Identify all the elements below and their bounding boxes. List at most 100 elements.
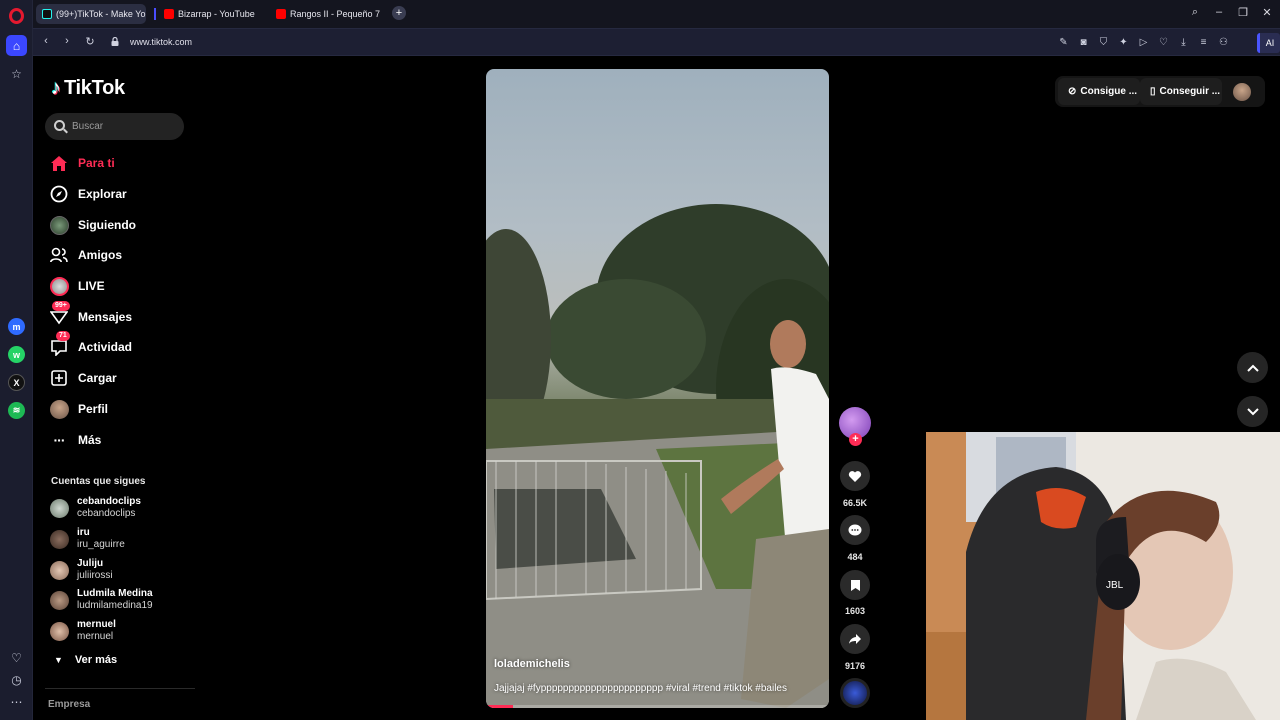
chevron-down-icon bbox=[1246, 407, 1259, 415]
tab-tiktok[interactable]: (99+)TikTok - Make Your bbox=[36, 4, 146, 24]
next-video-button[interactable] bbox=[1237, 396, 1268, 427]
messages-icon: 99+ bbox=[49, 301, 70, 327]
history-icon[interactable]: ◷ bbox=[6, 669, 27, 690]
see-more-label: Ver más bbox=[74, 654, 118, 666]
shield-icon[interactable]: ⛉ bbox=[1097, 36, 1110, 49]
video-progress-bar[interactable] bbox=[486, 705, 829, 708]
x-twitter-icon[interactable]: X bbox=[8, 374, 25, 391]
comment-button[interactable] bbox=[840, 515, 870, 545]
video-username[interactable]: lolademichelis bbox=[494, 658, 570, 670]
chevron-down-icon: ▼ bbox=[54, 655, 63, 665]
music-disc[interactable] bbox=[840, 678, 870, 708]
tiktok-note-icon: ♪ bbox=[51, 77, 61, 99]
user-avatar[interactable] bbox=[1233, 83, 1251, 101]
divider bbox=[45, 688, 195, 689]
nav-actividad[interactable]: 71 Actividad bbox=[49, 331, 132, 359]
avatar bbox=[50, 560, 69, 580]
avatar bbox=[50, 621, 69, 641]
chevron-up-icon bbox=[1246, 364, 1259, 372]
bookmark-icon bbox=[850, 579, 860, 591]
nav-mas[interactable]: ··· Más bbox=[49, 428, 102, 452]
upload-icon bbox=[49, 368, 69, 388]
spotify-icon[interactable]: ≋ bbox=[8, 402, 25, 419]
nav-perfil[interactable]: Perfil bbox=[49, 397, 108, 421]
search-input[interactable] bbox=[72, 113, 177, 140]
lock-icon bbox=[111, 37, 119, 46]
nav-para-ti[interactable]: Para ti bbox=[49, 151, 115, 175]
video-player[interactable]: lolademichelis Jajjajaj #fyppppppppppppp… bbox=[486, 69, 829, 708]
following-account[interactable]: iru iru_aguirre bbox=[50, 526, 125, 552]
play-icon[interactable]: ▷ bbox=[1137, 36, 1150, 49]
nav-live[interactable]: LIVE bbox=[49, 274, 105, 298]
nav-siguiendo[interactable]: Siguiendo bbox=[49, 213, 136, 237]
heart-icon[interactable]: ♡ bbox=[1157, 36, 1170, 49]
save-count: 1603 bbox=[844, 606, 866, 616]
phone-icon: ▯ bbox=[1150, 86, 1156, 97]
home-icon[interactable]: ⌂ bbox=[6, 35, 27, 56]
following-avatar bbox=[49, 215, 69, 235]
comment-icon bbox=[848, 524, 862, 535]
more-icon: ··· bbox=[53, 432, 66, 448]
tiktok-logo[interactable]: ♪ TikTok bbox=[51, 77, 125, 100]
share-button[interactable] bbox=[840, 624, 870, 654]
new-tab-button[interactable]: + bbox=[392, 6, 406, 20]
extension-icon[interactable]: ✦ bbox=[1117, 36, 1130, 49]
account-handle: cebandoclips bbox=[77, 508, 136, 519]
star-icon[interactable]: ☆ bbox=[6, 63, 27, 84]
reload-icon[interactable]: ↻ bbox=[83, 35, 97, 48]
account-icon[interactable]: ⚇ bbox=[1217, 36, 1230, 49]
tab-label: Bizarrap - YouTube bbox=[178, 9, 255, 19]
tab-rangos[interactable]: Rangos II - Pequeño 77 ft. C bbox=[270, 4, 380, 24]
see-more-button[interactable]: ▼ Ver más bbox=[54, 654, 117, 666]
following-account[interactable]: Juliju juliirossi bbox=[50, 557, 113, 583]
footer-empresa-link[interactable]: Empresa bbox=[48, 699, 90, 710]
messenger-icon[interactable]: m bbox=[8, 318, 25, 335]
youtube-favicon-icon bbox=[276, 9, 286, 19]
url-text[interactable]: www.tiktok.com bbox=[130, 37, 192, 47]
follow-plus-button[interactable]: + bbox=[849, 433, 862, 446]
search-box[interactable] bbox=[45, 113, 184, 140]
video-caption[interactable]: Jajjajaj #fypppppppppppppppppppppp #vira… bbox=[494, 683, 787, 694]
following-account[interactable]: Ludmila Medina ludmilamedina19 bbox=[50, 587, 153, 613]
avatar bbox=[50, 590, 69, 610]
video-progress-fill bbox=[486, 705, 514, 708]
nav-mensajes[interactable]: 99+ Mensajes bbox=[49, 301, 132, 329]
heart-icon[interactable]: ♡ bbox=[6, 647, 27, 668]
tab-bizarrap[interactable]: Bizarrap - YouTube bbox=[158, 4, 268, 24]
forward-icon[interactable]: › bbox=[60, 35, 74, 47]
nav-amigos[interactable]: Amigos bbox=[49, 243, 122, 267]
download-icon[interactable]: ⤓ bbox=[1177, 36, 1190, 49]
maximize-icon[interactable]: ❐ bbox=[1236, 6, 1250, 19]
whatsapp-icon[interactable]: w bbox=[8, 346, 25, 363]
ai-button[interactable]: AI bbox=[1257, 33, 1280, 53]
opera-logo-icon[interactable] bbox=[9, 8, 24, 24]
nav-explorar[interactable]: Explorar bbox=[49, 182, 127, 206]
account-name: Ludmila Medina bbox=[77, 588, 153, 599]
tab-label: Rangos II - Pequeño 77 ft. C bbox=[290, 9, 380, 19]
get-coins-button[interactable]: ▯ Conseguir ... bbox=[1140, 78, 1222, 105]
account-handle: juliirossi bbox=[77, 570, 113, 581]
account-name: iru bbox=[77, 527, 90, 538]
menu-icon[interactable]: ≡ bbox=[1197, 36, 1210, 49]
share-arrow-icon bbox=[849, 634, 861, 644]
nav-label: Amigos bbox=[78, 248, 123, 262]
close-window-icon[interactable]: ✕ bbox=[1260, 6, 1274, 19]
following-account[interactable]: cebandoclips cebandoclips bbox=[50, 495, 141, 521]
edit-icon[interactable]: ✎ bbox=[1057, 36, 1070, 49]
save-button[interactable] bbox=[840, 570, 870, 600]
nav-label: Para ti bbox=[78, 156, 115, 170]
back-icon[interactable]: ‹ bbox=[39, 35, 53, 47]
minimize-icon[interactable]: – bbox=[1212, 6, 1226, 18]
get-app-button[interactable]: ⊘ Consigue ... bbox=[1058, 78, 1140, 105]
nav-label: Perfil bbox=[78, 402, 109, 416]
camera-icon[interactable]: ◙ bbox=[1077, 36, 1090, 49]
account-handle: iru_aguirre bbox=[77, 539, 125, 550]
nav-cargar[interactable]: Cargar bbox=[49, 366, 117, 390]
following-account[interactable]: mernuel mernuel bbox=[50, 618, 116, 644]
messages-badge: 99+ bbox=[52, 301, 70, 311]
previous-video-button[interactable] bbox=[1237, 352, 1268, 383]
search-tabs-icon[interactable]: ⌕ bbox=[1188, 6, 1202, 19]
avatar bbox=[50, 498, 69, 518]
like-button[interactable] bbox=[840, 461, 870, 491]
more-dots-icon[interactable]: ⋯ bbox=[6, 691, 27, 712]
